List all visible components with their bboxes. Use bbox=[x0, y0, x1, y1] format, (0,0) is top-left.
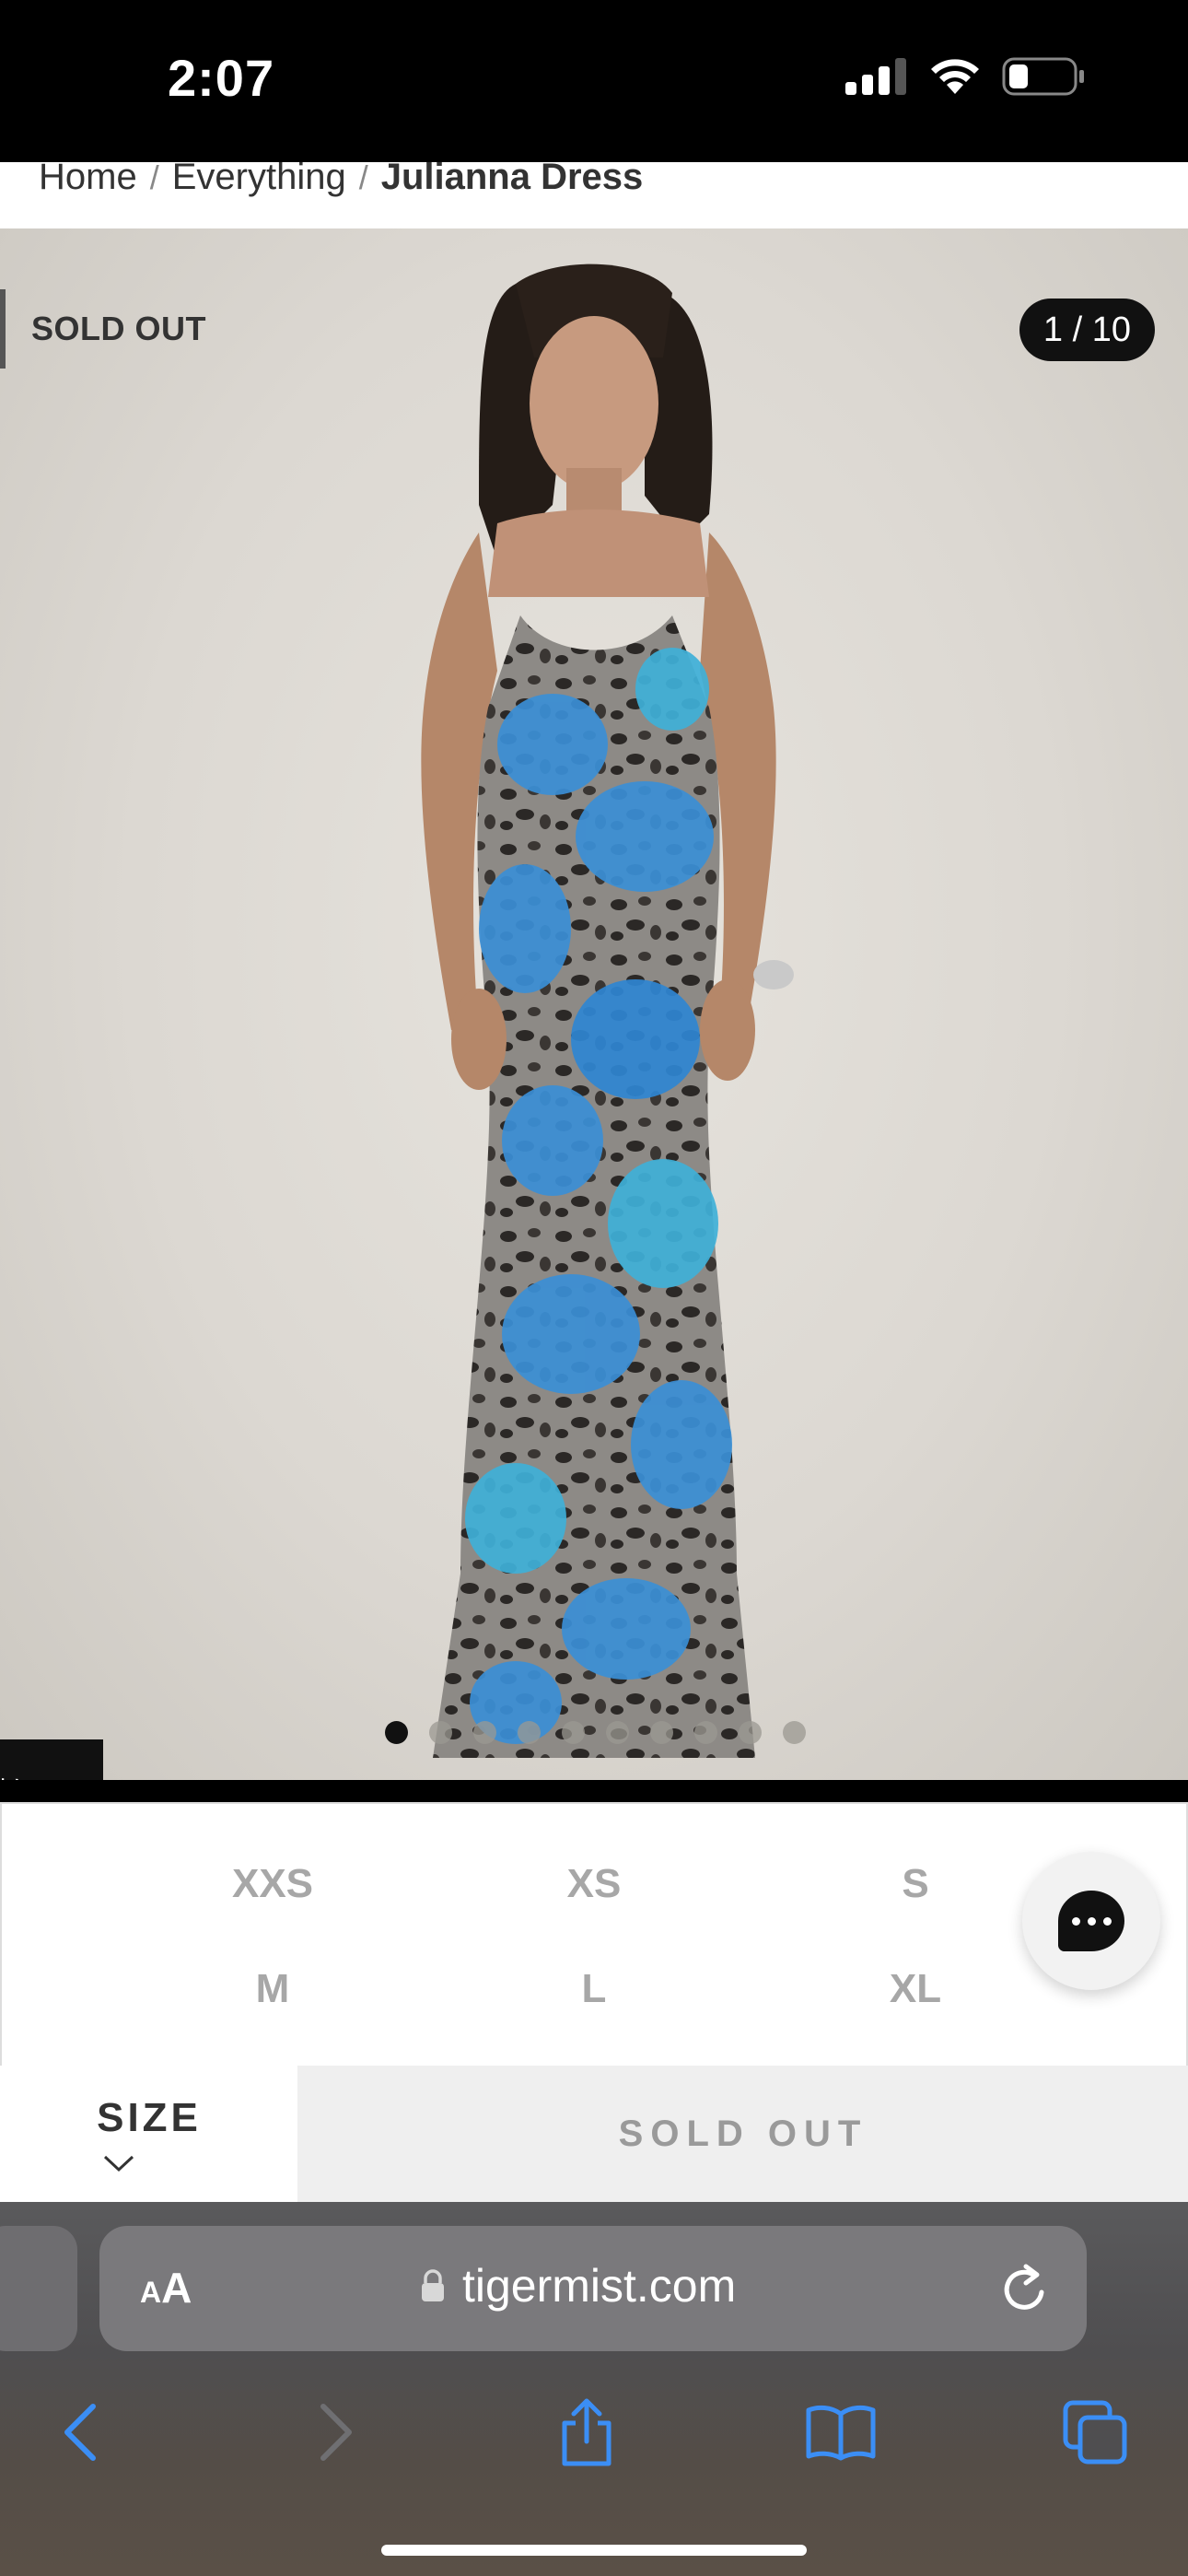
reader-settings-button[interactable]: AA bbox=[140, 2263, 192, 2313]
carousel-dot[interactable] bbox=[429, 1721, 452, 1744]
image-counter: 1 / 10 bbox=[1019, 299, 1155, 361]
side-tab-text: 10 bbox=[0, 1776, 26, 1780]
book-icon bbox=[806, 2405, 876, 2461]
size-option-m[interactable]: M bbox=[181, 1966, 365, 2012]
size-option-s[interactable]: S bbox=[823, 1861, 1007, 1907]
chevron-down-icon bbox=[103, 2155, 134, 2172]
lock-icon bbox=[422, 2269, 444, 2301]
battery-low-icon bbox=[1002, 57, 1084, 96]
sold-out-button[interactable]: SOLD OUT bbox=[298, 2066, 1188, 2202]
browser-bottom-bar: AA tigermist.com bbox=[0, 2202, 1188, 2576]
carousel-dot[interactable] bbox=[650, 1721, 673, 1744]
size-option-xs[interactable]: XS bbox=[502, 1861, 686, 1907]
wifi-icon bbox=[931, 59, 979, 94]
carousel-dot[interactable] bbox=[783, 1721, 806, 1744]
sold-out-badge: SOLD OUT bbox=[0, 289, 232, 369]
home-indicator[interactable] bbox=[381, 2545, 807, 2556]
back-button[interactable] bbox=[29, 2377, 131, 2488]
size-option-xl[interactable]: XL bbox=[823, 1966, 1007, 2012]
product-photo bbox=[421, 263, 794, 1758]
carousel-dot[interactable] bbox=[473, 1721, 496, 1744]
carousel-dots bbox=[385, 1721, 806, 1744]
status-time: 2:07 bbox=[168, 49, 275, 107]
reload-icon[interactable] bbox=[998, 2261, 1052, 2316]
breadcrumb: Home / Everything / Julianna Dress bbox=[0, 162, 1188, 228]
breadcrumb-current: Julianna Dress bbox=[380, 162, 644, 197]
tabs-icon bbox=[1063, 2400, 1127, 2465]
back-chevron-icon bbox=[64, 2404, 96, 2461]
forward-chevron-icon bbox=[320, 2404, 352, 2461]
purchase-bar: SIZE SOLD OUT bbox=[0, 2066, 1188, 2202]
carousel-dot[interactable] bbox=[385, 1721, 408, 1744]
chat-bubble-icon bbox=[1058, 1891, 1124, 1951]
forward-button[interactable] bbox=[285, 2377, 387, 2488]
size-options-panel: XXS XS S M L XL bbox=[0, 1802, 1188, 2066]
status-bar: 2:07 bbox=[0, 0, 1188, 162]
size-label: SIZE bbox=[97, 2095, 202, 2140]
status-icons bbox=[845, 57, 1085, 96]
bookmarks-button[interactable] bbox=[790, 2377, 891, 2488]
share-button[interactable] bbox=[536, 2377, 637, 2488]
carousel-dot[interactable] bbox=[694, 1721, 717, 1744]
breadcrumb-everything[interactable]: Everything bbox=[172, 162, 346, 197]
size-option-l[interactable]: L bbox=[502, 1966, 686, 2012]
cellular-signal-icon bbox=[845, 58, 906, 95]
breadcrumb-separator: / bbox=[149, 162, 159, 196]
tabs-button[interactable] bbox=[1044, 2377, 1146, 2488]
chat-button[interactable] bbox=[1022, 1852, 1160, 1990]
product-image-carousel[interactable]: SOLD OUT 1 / 10 10 bbox=[0, 228, 1188, 1780]
carousel-dot[interactable] bbox=[606, 1721, 629, 1744]
breadcrumb-separator: / bbox=[358, 162, 368, 196]
carousel-dot[interactable] bbox=[739, 1721, 762, 1744]
previous-tab-peek[interactable] bbox=[0, 2226, 77, 2351]
side-tab[interactable]: 10 bbox=[0, 1739, 103, 1780]
url-display: tigermist.com bbox=[420, 2259, 736, 2313]
size-selector-toggle[interactable]: SIZE bbox=[0, 2066, 298, 2202]
carousel-dot[interactable] bbox=[518, 1721, 541, 1744]
breadcrumb-home[interactable]: Home bbox=[39, 162, 137, 197]
address-bar[interactable]: AA tigermist.com bbox=[99, 2226, 1087, 2351]
url-text: tigermist.com bbox=[462, 2260, 737, 2312]
browser-toolbar bbox=[0, 2377, 1188, 2488]
carousel-dot[interactable] bbox=[562, 1721, 585, 1744]
share-icon bbox=[562, 2398, 611, 2466]
size-option-xxs[interactable]: XXS bbox=[181, 1861, 365, 1907]
